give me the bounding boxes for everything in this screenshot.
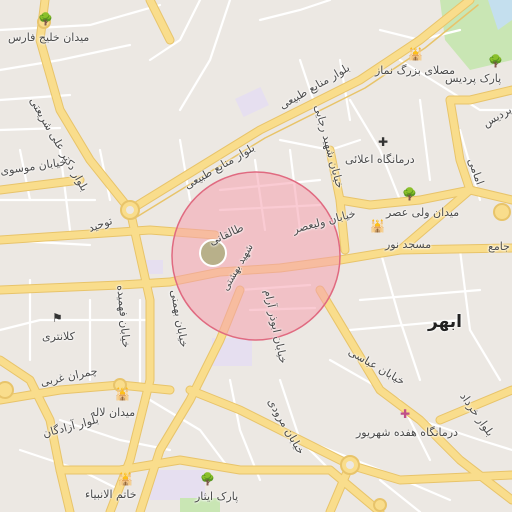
label-mosalla: مصلای بزرگ نماز <box>375 64 455 77</box>
search-radius-circle <box>171 171 341 341</box>
mosque-icon[interactable]: 🕌 <box>408 48 423 60</box>
mosque-icon[interactable]: 🕌 <box>370 220 385 232</box>
label-darmangah-hefdah: درمانگاه هفده شهریور <box>356 426 459 439</box>
mosque-icon[interactable]: 🕌 <box>118 473 133 485</box>
label-park-isar: پارک ایثار <box>195 490 239 503</box>
police-icon[interactable]: ⚑ <box>52 312 63 324</box>
mosque-icon[interactable]: 🕌 <box>115 388 130 400</box>
label-jame: جامع <box>488 240 510 253</box>
map-view[interactable]: ابهر میدان خلیج فارس بلوار دکتر علی شریع… <box>0 0 512 512</box>
hospital-cross-icon[interactable]: ✚ <box>400 408 410 420</box>
label-meydan-vali-asr: میدان ولی عصر <box>386 206 460 219</box>
tree-icon[interactable]: 🌳 <box>38 13 53 25</box>
label-darmangah-alalati: درمانگاه اعلائی <box>345 153 415 166</box>
hospital-cross-icon[interactable]: ✚ <box>378 136 388 148</box>
label-park-pardis: پارک پردیس <box>445 72 502 85</box>
label-kalantari: کلانتری <box>42 330 75 343</box>
label-khatam-anbia: خاتم الانبیاء <box>85 488 137 501</box>
tree-icon[interactable]: 🌳 <box>488 55 503 67</box>
label-masjed-nour: مسجد نور <box>385 238 432 251</box>
tree-icon[interactable]: 🌳 <box>402 188 417 200</box>
city-label: ابهر <box>428 312 463 332</box>
tree-icon[interactable]: 🌳 <box>200 473 215 485</box>
label-meydan-khalij-fars: میدان خلیج فارس <box>8 31 90 44</box>
